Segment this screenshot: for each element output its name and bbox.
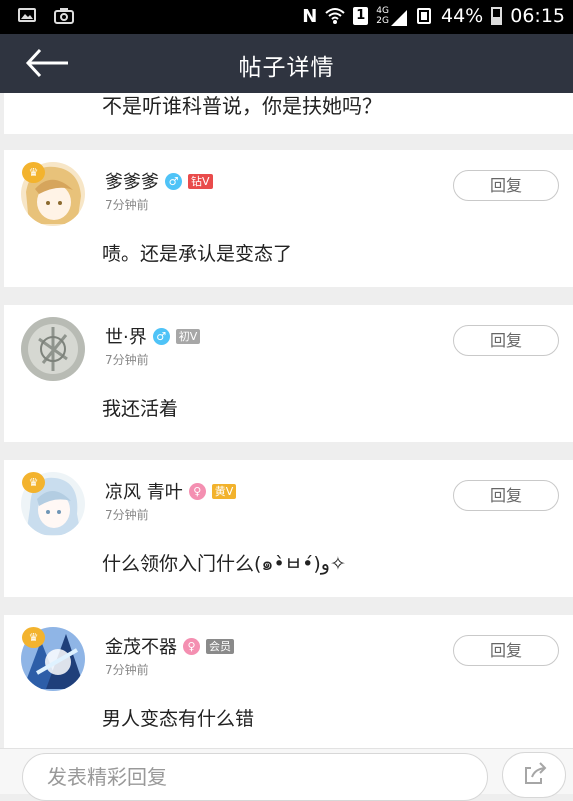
user-info: 金茂不器 ♀ 会员	[105, 633, 234, 659]
comment-card: 世·界 ♂ 初V 7分钟前 回复 我还活着	[4, 305, 573, 442]
comment-text: 我还活着	[102, 398, 179, 420]
comment-list: 不是听谁科普说，你是扶她吗？ ♛ 爹爹爹 ♂ 钻V 7分钟前 回复 啧。还是承认…	[4, 93, 573, 748]
male-icon: ♂	[152, 327, 170, 345]
user-info: 爹爹爹 ♂ 钻V	[105, 168, 213, 194]
comment-card: ♛ 凉风 青叶 ♀ 黄V 7分钟前 回复 什么领你入门什么(๑•̀ㅂ•́)و✧	[4, 460, 573, 597]
page-title: 帖子详情	[238, 55, 335, 81]
status-left-icons	[18, 8, 74, 24]
reply-button[interactable]: 回复	[453, 170, 559, 201]
signal-icon: 4G 2G	[376, 6, 407, 26]
wifi-icon	[325, 8, 345, 24]
camera-icon	[54, 8, 74, 24]
username[interactable]: 金茂不器	[105, 633, 177, 659]
comment-text: 男人变态有什么错	[102, 708, 255, 730]
network-top-label: 4G	[376, 6, 389, 16]
username[interactable]: 凉风 青叶	[105, 478, 183, 504]
comment-card: ♛ 金茂不器 ♀ 会员 7分钟前 回复 男人变态有什么错	[4, 615, 573, 748]
nfc-icon: N	[302, 5, 318, 27]
comment-card: ♛ 爹爹爹 ♂ 钻V 7分钟前 回复 啧。还是承认是变态了	[4, 150, 573, 287]
reply-input[interactable]	[22, 753, 488, 801]
reply-input-bar	[0, 748, 573, 801]
male-icon: ♂	[165, 172, 182, 190]
comment-text: 什么领你入门什么(๑•̀ㅂ•́)و✧	[102, 553, 346, 575]
vip-crown-icon: ♛	[22, 162, 45, 183]
user-info: 世·界 ♂ 初V	[105, 323, 201, 349]
female-icon: ♀	[188, 482, 206, 500]
member-badge: 会员	[206, 638, 234, 654]
level-badge: 初V	[175, 328, 201, 344]
previous-comment-text: 不是听谁科普说，你是扶她吗？	[102, 94, 382, 118]
share-button[interactable]	[502, 752, 566, 798]
battery-icon	[491, 7, 503, 25]
reply-button[interactable]: 回复	[453, 635, 559, 666]
battery-percent: 44%	[441, 5, 484, 27]
status-bar: N 1 4G 2G 44% 06:15	[0, 0, 573, 34]
username[interactable]: 世·界	[105, 323, 147, 349]
reply-button[interactable]: 回复	[453, 325, 559, 356]
previous-comment-card: 不是听谁科普说，你是扶她吗？	[4, 93, 573, 134]
comment-time: 7分钟前	[105, 508, 149, 522]
status-right-icons: N 1 4G 2G 44% 06:15	[302, 5, 565, 27]
share-icon	[525, 762, 547, 784]
vibrate-icon	[417, 8, 431, 24]
network-bottom-label: 2G	[376, 16, 389, 26]
female-icon: ♀	[183, 637, 200, 655]
vip-crown-icon: ♛	[22, 627, 45, 648]
comment-time: 7分钟前	[105, 198, 149, 212]
username[interactable]: 爹爹爹	[105, 168, 159, 194]
header: 帖子详情	[0, 34, 573, 93]
vip-badge: 钻V	[188, 173, 213, 189]
vip-crown-icon: ♛	[22, 472, 45, 493]
clock: 06:15	[510, 5, 565, 27]
comment-time: 7分钟前	[105, 353, 149, 367]
comment-time: 7分钟前	[105, 663, 149, 677]
reply-button[interactable]: 回复	[453, 480, 559, 511]
user-info: 凉风 青叶 ♀ 黄V	[105, 478, 237, 504]
sim-icon: 1	[353, 7, 369, 25]
avatar[interactable]	[21, 317, 85, 381]
vip-badge: 黄V	[211, 483, 237, 499]
comment-text: 啧。还是承认是变态了	[102, 243, 293, 265]
image-icon	[18, 8, 36, 22]
